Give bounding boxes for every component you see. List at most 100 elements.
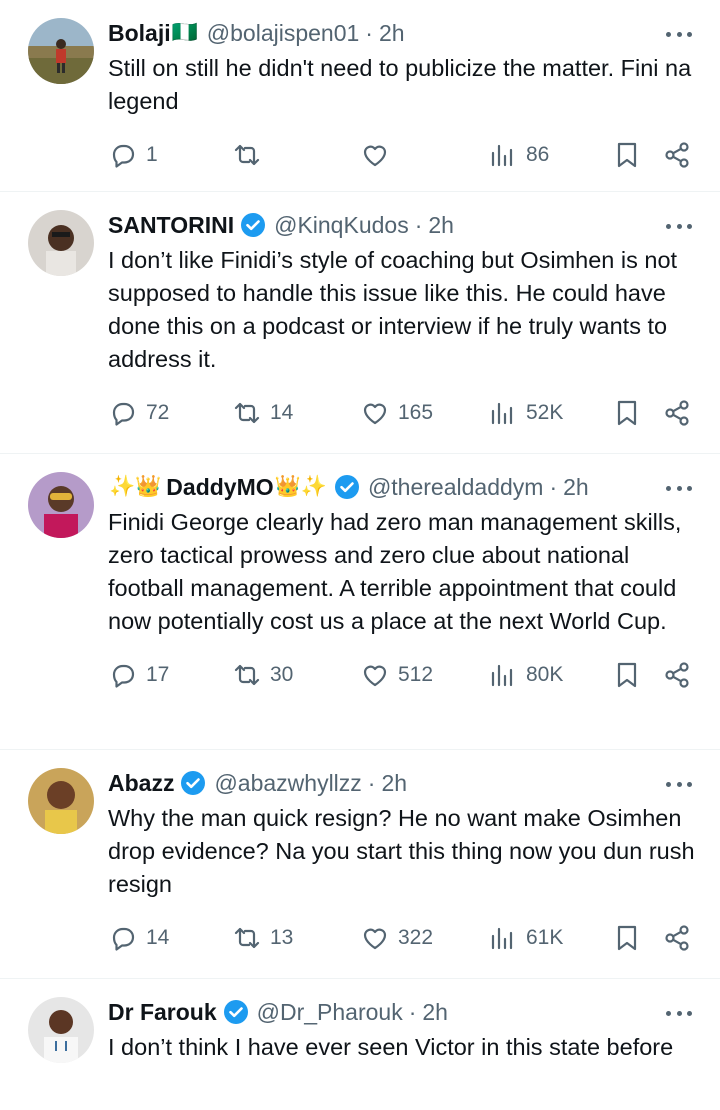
- views-button[interactable]: 52K: [488, 398, 563, 428]
- views-button[interactable]: 61K: [488, 923, 563, 953]
- bookmark-button[interactable]: [612, 398, 642, 428]
- display-name[interactable]: Abazz: [108, 770, 174, 797]
- tweet-text: Why the man quick resign? He no want mak…: [108, 805, 695, 897]
- reply-feed: Bolaji 🇳🇬 @bolajispen01 · 2h Still on st…: [0, 0, 720, 1110]
- retweet-button[interactable]: 14: [232, 398, 293, 428]
- bookmark-button[interactable]: [612, 140, 642, 170]
- separator: ·: [408, 998, 417, 1025]
- handle[interactable]: @therealdaddym: [368, 474, 544, 501]
- view-count: 61K: [526, 926, 564, 949]
- views-button[interactable]: 86: [488, 140, 549, 170]
- more-icon[interactable]: [666, 214, 692, 238]
- tweet-text: I don’t like Finidi’s style of coaching …: [108, 247, 678, 372]
- like-button[interactable]: 512: [360, 660, 433, 690]
- tweet-header: Dr Farouk @Dr_Pharouk · 2h: [108, 995, 690, 1029]
- share-button[interactable]: [662, 398, 692, 428]
- views-icon: [491, 144, 513, 167]
- view-count: 52K: [526, 401, 564, 424]
- retweet-icon: [234, 927, 260, 949]
- view-count: 86: [526, 143, 550, 166]
- reply-button[interactable]: 1: [108, 140, 158, 170]
- retweet-count: 30: [270, 663, 294, 686]
- bookmark-icon: [617, 142, 637, 168]
- avatar[interactable]: [28, 472, 94, 538]
- views-icon: [491, 664, 513, 687]
- tweet[interactable]: Abazz @abazwhyllzz · 2h Why the man quic…: [0, 750, 720, 979]
- share-icon: [665, 925, 689, 951]
- handle[interactable]: @KinqKudos: [274, 212, 409, 239]
- handle[interactable]: @bolajispen01: [207, 20, 360, 47]
- verified-badge-icon: [334, 475, 359, 499]
- action-bar: 72 14 165 52K: [108, 386, 690, 456]
- reply-button[interactable]: 14: [108, 923, 169, 953]
- action-bar: 1 86: [108, 128, 690, 198]
- retweet-count: 14: [270, 401, 294, 424]
- timestamp[interactable]: 2h: [379, 20, 405, 47]
- like-button[interactable]: 165: [360, 398, 433, 428]
- tweet-header: Abazz @abazwhyllzz · 2h: [108, 766, 690, 800]
- retweet-count: 13: [270, 926, 294, 949]
- retweet-button[interactable]: 30: [232, 660, 293, 690]
- bookmark-icon: [617, 662, 637, 688]
- bookmark-icon: [617, 925, 637, 951]
- reply-count: 14: [146, 926, 170, 949]
- timestamp[interactable]: 2h: [563, 474, 589, 501]
- reply-count: 72: [146, 401, 170, 424]
- share-button[interactable]: [662, 923, 692, 953]
- reply-button[interactable]: 72: [108, 398, 169, 428]
- like-count: 165: [398, 401, 434, 424]
- timestamp[interactable]: 2h: [381, 770, 407, 797]
- bookmark-button[interactable]: [612, 660, 642, 690]
- timestamp[interactable]: 2h: [428, 212, 454, 239]
- tweet-header: SANTORINI @KinqKudos · 2h: [108, 208, 690, 242]
- retweet-button[interactable]: [232, 140, 270, 170]
- like-button[interactable]: [360, 140, 398, 170]
- share-icon: [665, 400, 689, 426]
- bookmark-button[interactable]: [612, 923, 642, 953]
- share-button[interactable]: [662, 660, 692, 690]
- handle[interactable]: @abazwhyllzz: [214, 770, 361, 797]
- like-count: 322: [398, 926, 434, 949]
- tweet-text: I don’t think I have ever seen Victor in…: [108, 1034, 674, 1060]
- tweet[interactable]: SANTORINI @KinqKudos · 2h I don’t like F…: [0, 192, 720, 454]
- reply-button[interactable]: 17: [108, 660, 169, 690]
- reply-count: 17: [146, 663, 170, 686]
- verified-badge-icon: [223, 1000, 248, 1024]
- avatar[interactable]: [28, 768, 94, 834]
- name-emoji-suffix: 👑✨: [274, 475, 327, 498]
- name-emoji-prefix: ✨👑: [109, 475, 162, 498]
- reply-icon: [112, 664, 135, 688]
- display-name[interactable]: SANTORINI: [108, 212, 234, 239]
- like-icon: [363, 665, 387, 687]
- verified-badge-icon: [241, 213, 266, 237]
- views-button[interactable]: 80K: [488, 660, 563, 690]
- timestamp[interactable]: 2h: [422, 999, 448, 1026]
- more-icon[interactable]: [666, 22, 692, 46]
- avatar[interactable]: [28, 997, 94, 1063]
- retweet-icon: [234, 664, 260, 686]
- tweet-text: Still on still he didn't need to publici…: [108, 55, 692, 114]
- display-name[interactable]: DaddyMO: [166, 474, 273, 501]
- reply-icon: [112, 927, 135, 951]
- display-name[interactable]: Dr Farouk: [108, 999, 217, 1026]
- flag-emoji: 🇳🇬: [171, 21, 198, 44]
- more-icon[interactable]: [666, 1001, 692, 1025]
- share-button[interactable]: [662, 140, 692, 170]
- retweet-icon: [234, 144, 260, 166]
- share-icon: [665, 662, 689, 688]
- more-icon[interactable]: [666, 772, 692, 796]
- tweet[interactable]: Bolaji 🇳🇬 @bolajispen01 · 2h Still on st…: [0, 0, 720, 192]
- more-icon[interactable]: [666, 476, 692, 500]
- avatar[interactable]: [28, 18, 94, 84]
- separator: ·: [549, 473, 558, 500]
- like-button[interactable]: 322: [360, 923, 433, 953]
- like-icon: [363, 145, 387, 167]
- tweet[interactable]: ✨👑 DaddyMO 👑✨ @therealdaddym · 2h Finidi…: [0, 454, 720, 750]
- action-bar: 14 13 322 61K: [108, 911, 690, 981]
- handle[interactable]: @Dr_Pharouk: [257, 999, 403, 1026]
- retweet-button[interactable]: 13: [232, 923, 293, 953]
- avatar[interactable]: [28, 210, 94, 276]
- display-name[interactable]: Bolaji: [108, 20, 171, 47]
- views-icon: [491, 927, 513, 950]
- tweet[interactable]: Dr Farouk @Dr_Pharouk · 2h I don’t think…: [0, 979, 720, 1110]
